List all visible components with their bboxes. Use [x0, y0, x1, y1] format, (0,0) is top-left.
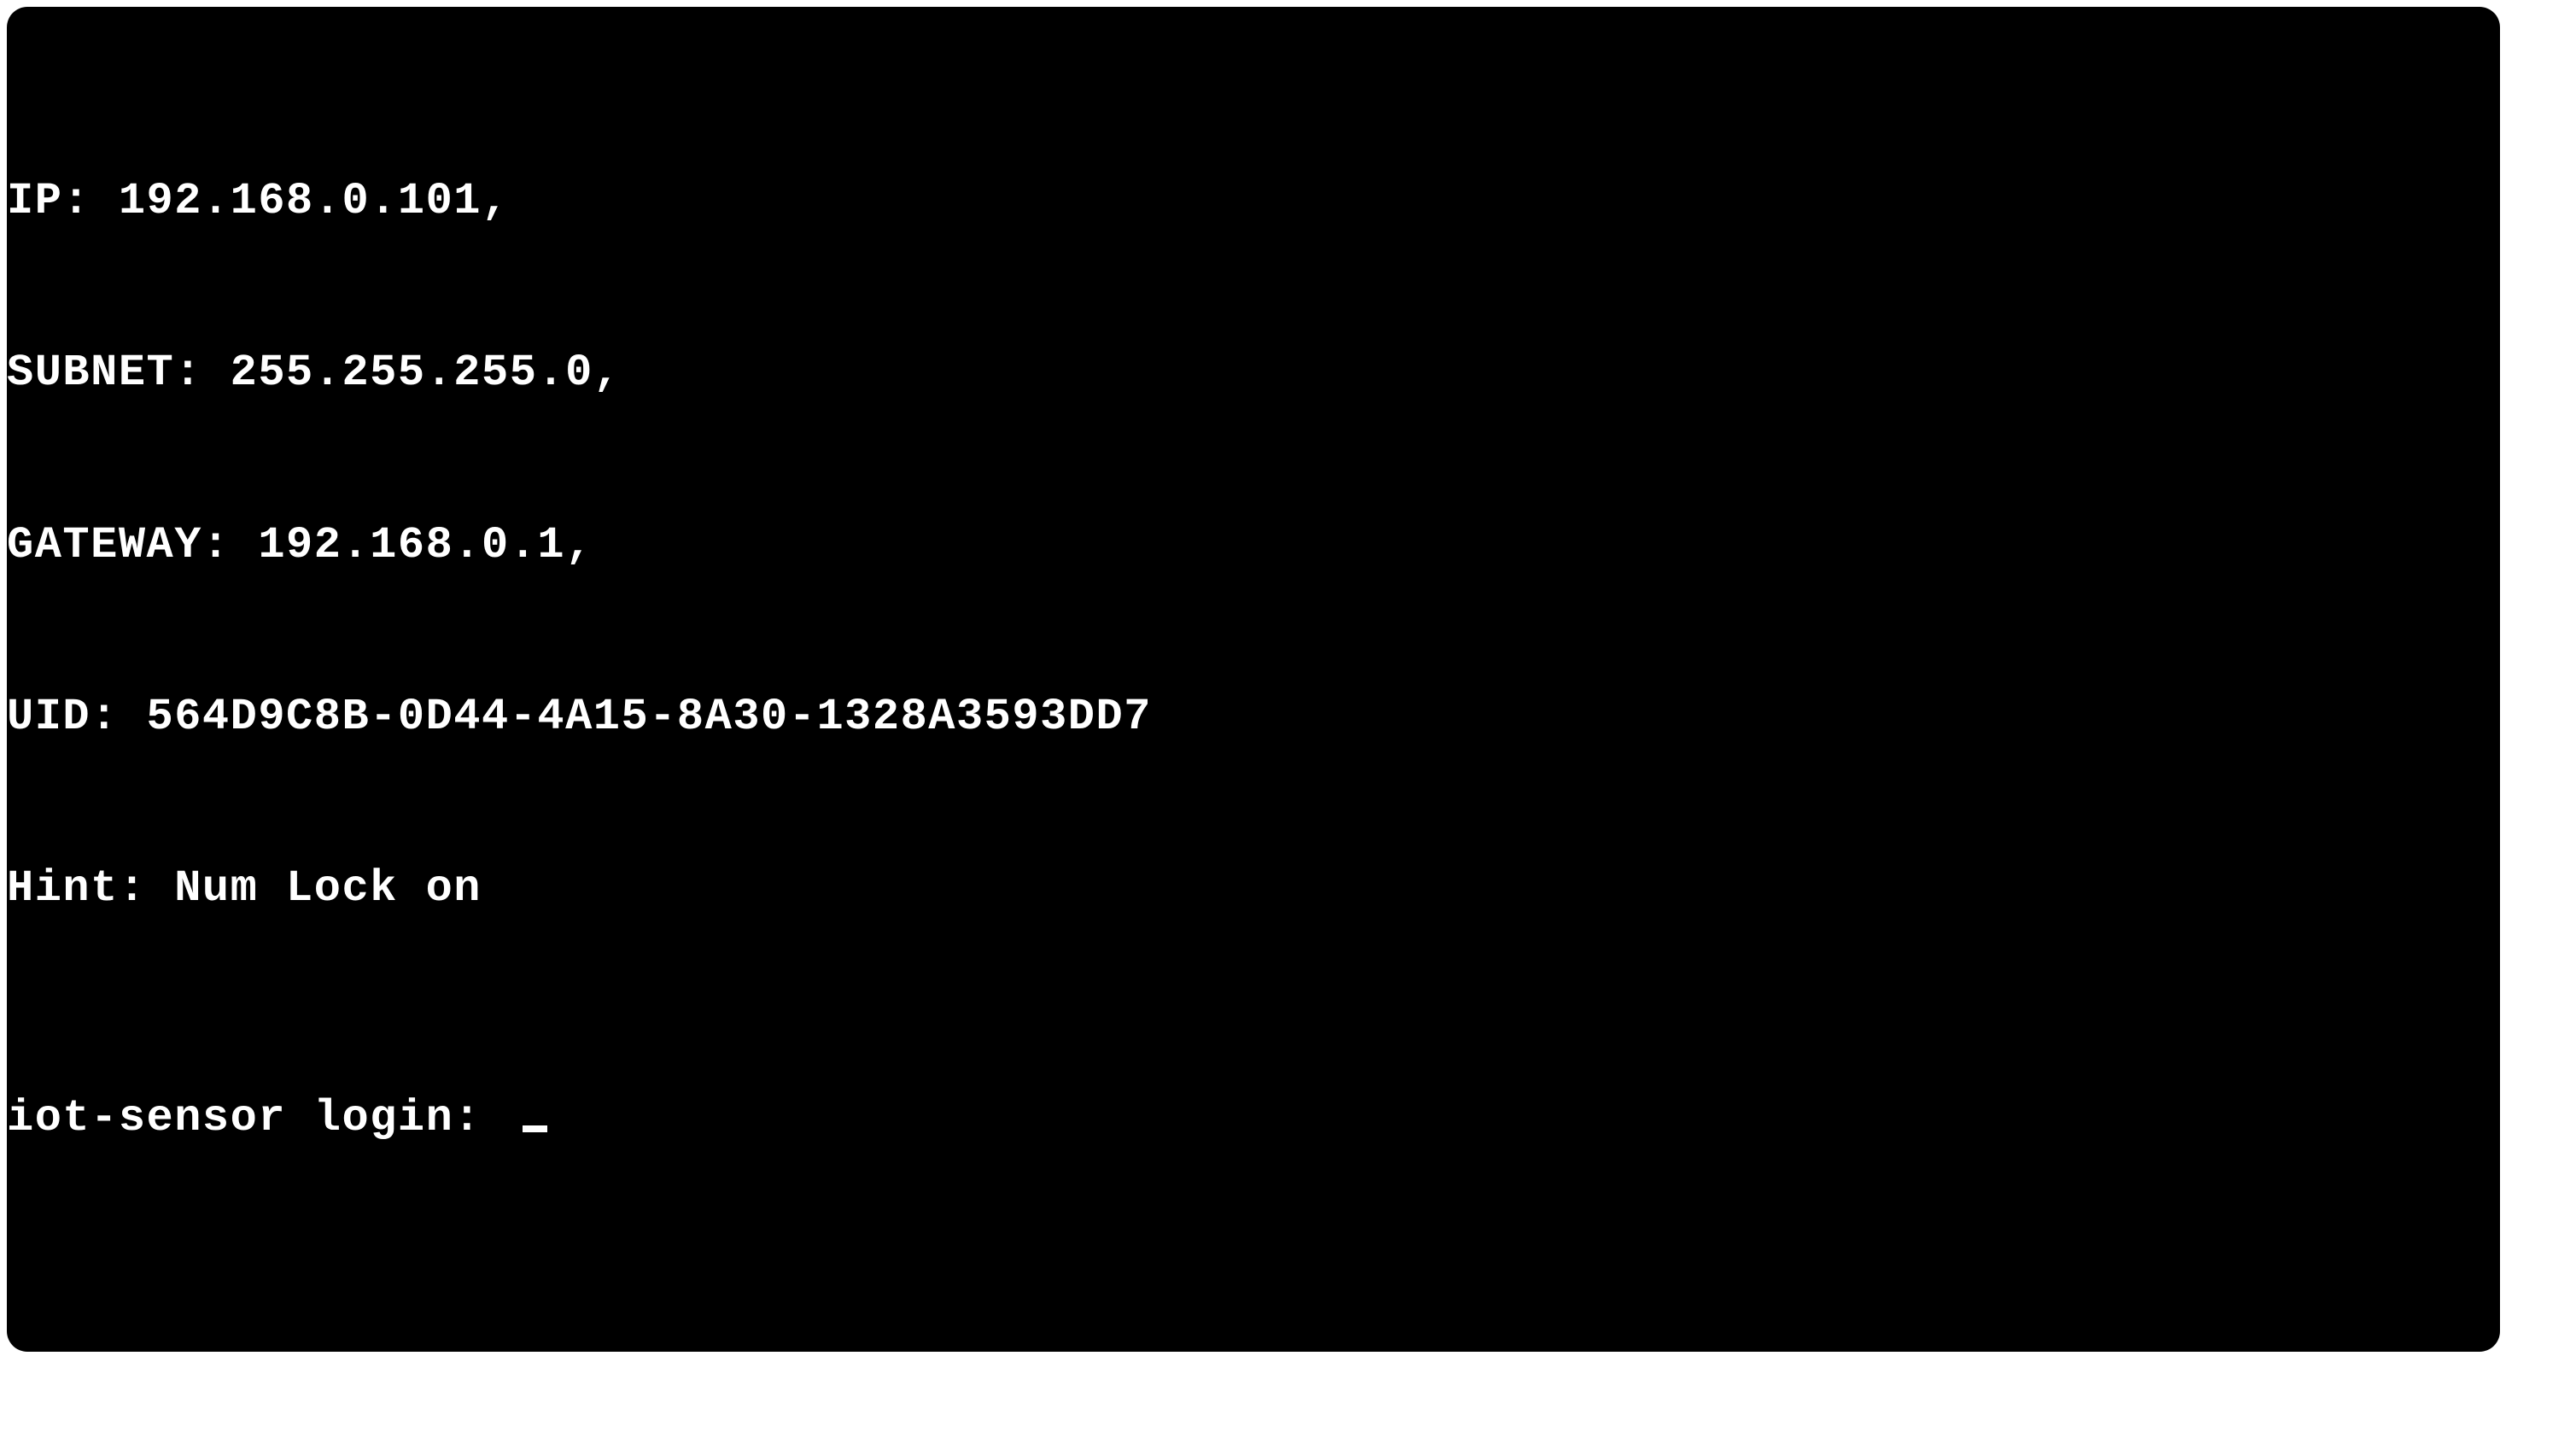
cursor-icon	[523, 1125, 547, 1132]
gateway-line: GATEWAY: 192.168.0.1,	[7, 517, 2500, 574]
hint-line: Hint: Num Lock on	[7, 860, 2500, 917]
ip-line: IP: 192.168.0.101,	[7, 172, 2500, 230]
subnet-line: SUBNET: 255.255.255.0,	[7, 344, 2500, 401]
uid-line: UID: 564D9C8B-0D44-4A15-8A30-1328A3593DD…	[7, 688, 2500, 745]
terminal-window: IP: 192.168.0.101, SUBNET: 255.255.255.0…	[7, 7, 2500, 1352]
login-prompt-line[interactable]: iot-sensor login:	[7, 1090, 2500, 1147]
login-prompt-text: iot-sensor login:	[7, 1093, 510, 1143]
